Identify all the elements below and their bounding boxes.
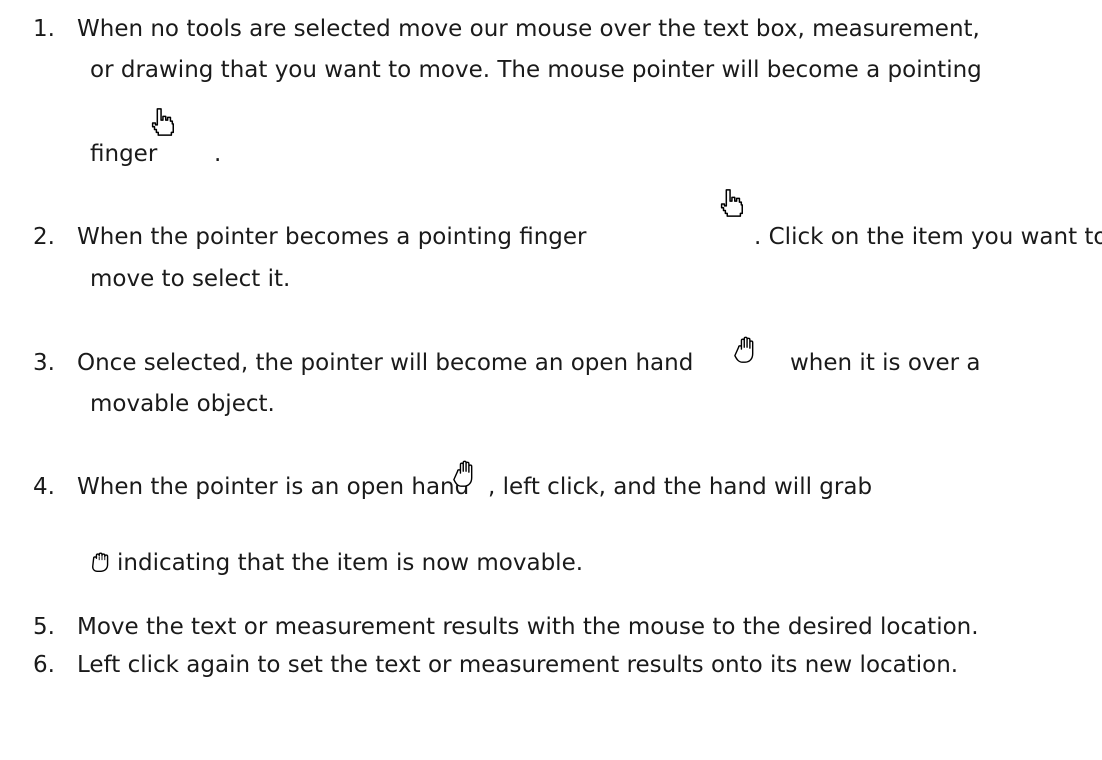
pointing-finger-icon xyxy=(147,107,177,137)
step-text: indicating that the item is now movable. xyxy=(117,550,584,576)
step-text: When no tools are selected move our mous… xyxy=(77,16,980,42)
step-text: When the pointer becomes a pointing fing… xyxy=(77,224,587,250)
step-text: when it is over a xyxy=(790,350,981,376)
step-text: Left click again to set the text or meas… xyxy=(77,652,959,678)
step-text: . xyxy=(214,141,222,167)
step-text: When the pointer is an open hand xyxy=(77,474,470,500)
step-text: or drawing that you want to move. The mo… xyxy=(90,57,982,83)
step-text: finger xyxy=(90,141,158,167)
step-number: 2. xyxy=(33,224,55,250)
step-text: movable object. xyxy=(90,391,275,417)
step-number: 4. xyxy=(33,474,55,500)
step-number: 1. xyxy=(33,16,55,42)
step-text: Once selected, the pointer will become a… xyxy=(77,350,694,376)
step-text: . Click on the item you want to xyxy=(754,224,1102,250)
pointing-finger-icon xyxy=(716,188,746,218)
step-text: move to select it. xyxy=(90,266,291,292)
step-number: 6. xyxy=(33,652,55,678)
open-hand-icon xyxy=(452,459,482,489)
open-hand-icon xyxy=(733,335,763,365)
step-number: 3. xyxy=(33,350,55,376)
grab-hand-icon xyxy=(89,550,115,574)
step-text: , left click, and the hand will grab xyxy=(488,474,873,500)
step-number: 5. xyxy=(33,614,55,640)
step-text: Move the text or measurement results wit… xyxy=(77,614,979,640)
